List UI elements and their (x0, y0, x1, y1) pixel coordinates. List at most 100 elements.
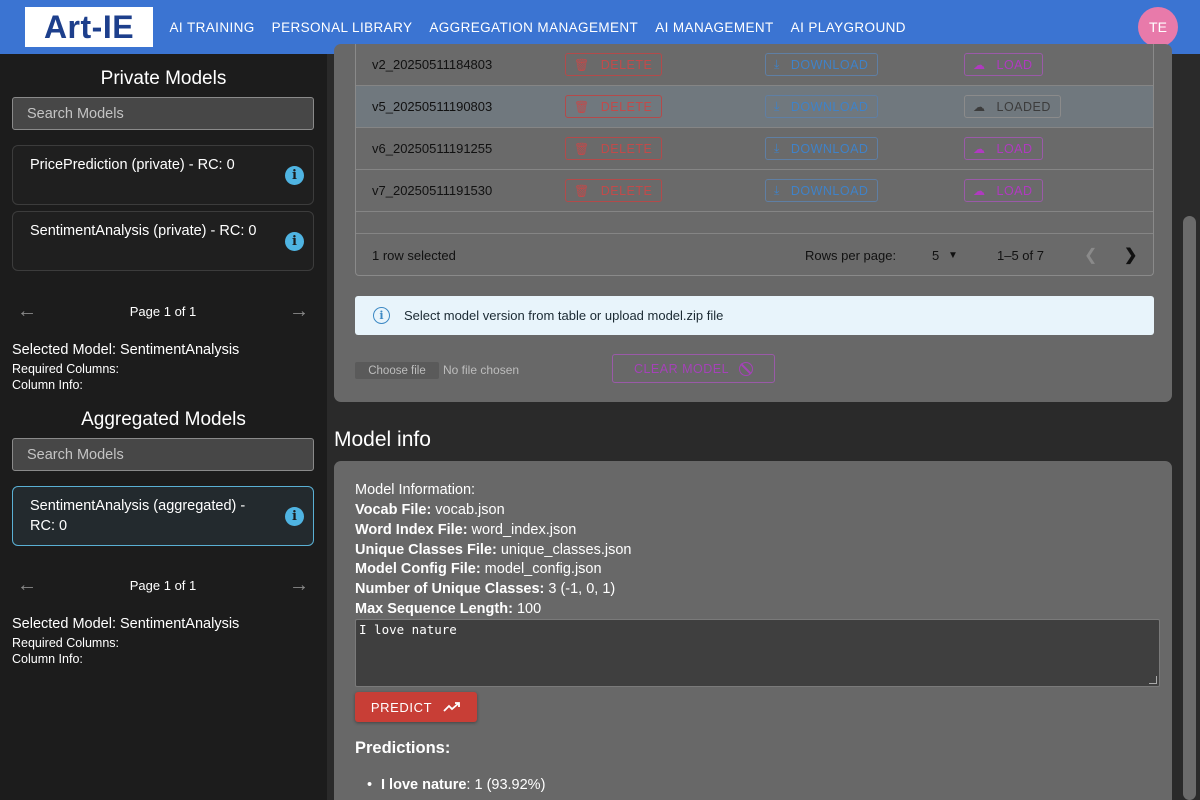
clear-model-button[interactable]: CLEAR MODEL (612, 354, 775, 383)
selected-model-private: Selected Model: SentimentAnalysis (12, 342, 240, 358)
table-empty-row (356, 212, 1153, 234)
model-card-label: SentimentAnalysis (aggregated) - RC: 0 (30, 498, 246, 534)
info-unique-classes-count: Number of Unique Classes: 3 (-1, 0, 1) (355, 581, 616, 597)
load-button[interactable]: ☁ LOAD (964, 137, 1043, 160)
main-scrollbar[interactable] (1180, 54, 1200, 800)
column-info: Column Info: (12, 378, 83, 392)
rows-per-page-select[interactable]: 5 (932, 248, 939, 263)
user-avatar[interactable]: TE (1138, 7, 1178, 47)
load-button[interactable]: ☁ LOAD (964, 179, 1043, 202)
page-range: 1–5 of 7 (997, 247, 1044, 263)
info-icon[interactable]: i (285, 507, 304, 526)
page-indicator: Page 1 of 1 (129, 577, 197, 593)
info-unique-classes-file: Unique Classes File: unique_classes.json (355, 542, 632, 558)
nav-personal-library[interactable]: PERSONAL LIBRARY (263, 20, 421, 35)
prediction-item: I love nature: 1 (93.92%) (367, 777, 545, 793)
download-icon: ⤓ (774, 57, 780, 71)
arrow-right-icon[interactable]: → (284, 574, 314, 597)
info-alert: i Select model version from table or upl… (355, 296, 1154, 335)
scrollbar-thumb[interactable] (1183, 216, 1196, 800)
trash-icon: 🗑 (574, 99, 590, 114)
arrow-left-icon[interactable]: ← (12, 574, 42, 597)
version-name: v5_20250511190803 (372, 99, 493, 114)
download-button[interactable]: ⤓ DOWNLOAD (765, 53, 879, 76)
trash-icon: 🗑 (574, 183, 590, 198)
info-icon[interactable]: i (285, 166, 304, 185)
table-row[interactable]: v2_20250511184803 🗑 DELETE ⤓ DOWNLOAD ☁ LOA… (356, 44, 1153, 86)
delete-button[interactable]: 🗑 DELETE (565, 137, 663, 160)
nav-ai-playground[interactable]: AI PLAYGROUND (782, 20, 914, 35)
delete-button[interactable]: 🗑 DELETE (565, 95, 663, 118)
model-info-title: Model info (334, 428, 431, 451)
nav-ai-training[interactable]: AI TRAINING (161, 20, 263, 35)
download-button[interactable]: ⤓ DOWNLOAD (765, 179, 879, 202)
model-card-sentimentanalysis-private[interactable]: SentimentAnalysis (private) - RC: 0 i (12, 211, 314, 271)
trash-icon: 🗑 (574, 57, 590, 72)
delete-button[interactable]: 🗑 DELETE (565, 179, 663, 202)
chevron-left-icon[interactable]: ❮ (1084, 245, 1097, 265)
model-card-label: PricePrediction (private) - RC: 0 (30, 157, 235, 173)
choose-file-button[interactable]: Choose file (355, 362, 439, 379)
rows-per-page-label: Rows per page: (805, 247, 897, 263)
selected-model-aggregated: Selected Model: SentimentAnalysis (12, 616, 240, 632)
info-model-config-file: Model Config File: model_config.json (355, 561, 602, 577)
model-card-label: SentimentAnalysis (private) - RC: 0 (30, 223, 257, 239)
version-name: v2_20250511184803 (372, 57, 493, 72)
version-name: v6_20250511191255 (372, 141, 493, 156)
info-circle-icon: i (373, 307, 390, 324)
aggregated-models-title: Aggregated Models (81, 409, 246, 430)
model-information-heading: Model Information: (355, 482, 476, 498)
resize-handle-icon[interactable] (1149, 676, 1157, 684)
trending-up-icon (443, 702, 461, 712)
model-card-priceprediction[interactable]: PricePrediction (private) - RC: 0 i (12, 145, 314, 205)
predictions-title: Predictions: (355, 739, 451, 757)
info-vocab-file: Vocab File: vocab.json (355, 502, 505, 518)
app-logo[interactable]: Art-IE (25, 7, 153, 47)
required-columns: Required Columns: (12, 362, 119, 376)
table-row[interactable]: v7_20250511191530 🗑 DELETE ⤓ DOWNLOAD ☁ LOA… (356, 170, 1153, 212)
chevron-right-icon[interactable]: ❯ (1124, 245, 1137, 265)
download-icon: ⤓ (774, 183, 780, 197)
column-info: Column Info: (12, 652, 83, 666)
download-button[interactable]: ⤓ DOWNLOAD (765, 95, 879, 118)
private-models-title: Private Models (100, 68, 227, 89)
aggregated-pagination: ← Page 1 of 1 → (12, 573, 314, 597)
private-pagination: ← Page 1 of 1 → (12, 299, 314, 323)
prediction-input-textarea[interactable]: I love nature (355, 619, 1160, 687)
download-icon: ⤓ (774, 99, 780, 113)
alert-message: Select model version from table or uploa… (404, 308, 724, 323)
trash-icon: 🗑 (574, 141, 590, 156)
cloud-icon: ☁ (973, 57, 986, 72)
download-icon: ⤓ (774, 141, 780, 155)
cloud-icon: ☁ (973, 183, 986, 198)
download-button[interactable]: ⤓ DOWNLOAD (765, 137, 879, 160)
delete-button[interactable]: 🗑 DELETE (565, 53, 663, 76)
info-word-index-file: Word Index File: word_index.json (355, 522, 577, 538)
table-row[interactable]: v5_20250511190803 🗑 DELETE ⤓ DOWNLOAD ☁ LOA… (356, 86, 1153, 128)
arrow-right-icon[interactable]: → (284, 300, 314, 323)
nav-aggregation-management[interactable]: AGGREGATION MANAGEMENT (421, 20, 647, 35)
aggregated-search-input[interactable]: Search Models (12, 438, 314, 471)
main-content: v2_20250511184803 🗑 DELETE ⤓ DOWNLOAD ☁ LOA… (327, 44, 1200, 800)
loaded-button: ☁ LOADED (964, 95, 1061, 118)
model-info-panel: Model Information: Vocab File: vocab.jso… (334, 461, 1172, 800)
main-nav: AI TRAINING PERSONAL LIBRARY AGGREGATION… (161, 20, 914, 35)
private-search-input[interactable]: Search Models (12, 97, 314, 130)
cloud-icon: ☁ (973, 141, 986, 156)
arrow-left-icon[interactable]: ← (12, 300, 42, 323)
ban-icon (739, 361, 754, 376)
page-indicator: Page 1 of 1 (129, 303, 197, 319)
cloud-icon: ☁ (973, 99, 986, 114)
versions-table: v2_20250511184803 🗑 DELETE ⤓ DOWNLOAD ☁ LOA… (355, 44, 1154, 276)
info-max-sequence-length: Max Sequence Length: 100 (355, 601, 542, 617)
info-icon[interactable]: i (285, 232, 304, 251)
file-status: No file chosen (443, 363, 520, 377)
models-sidebar: Private Models Search Models PricePredic… (0, 54, 327, 800)
table-row[interactable]: v6_20250511191255 🗑 DELETE ⤓ DOWNLOAD ☁ LOA… (356, 128, 1153, 170)
predict-button[interactable]: PREDICT (355, 692, 477, 722)
nav-ai-management[interactable]: AI MANAGEMENT (647, 20, 782, 35)
model-card-sentimentanalysis-aggregated[interactable]: SentimentAnalysis (aggregated) - RC: 0 i (12, 486, 314, 546)
model-versions-panel: v2_20250511184803 🗑 DELETE ⤓ DOWNLOAD ☁ LOA… (334, 44, 1172, 402)
load-button[interactable]: ☁ LOAD (964, 53, 1043, 76)
caret-down-icon[interactable]: ▼ (948, 250, 958, 261)
